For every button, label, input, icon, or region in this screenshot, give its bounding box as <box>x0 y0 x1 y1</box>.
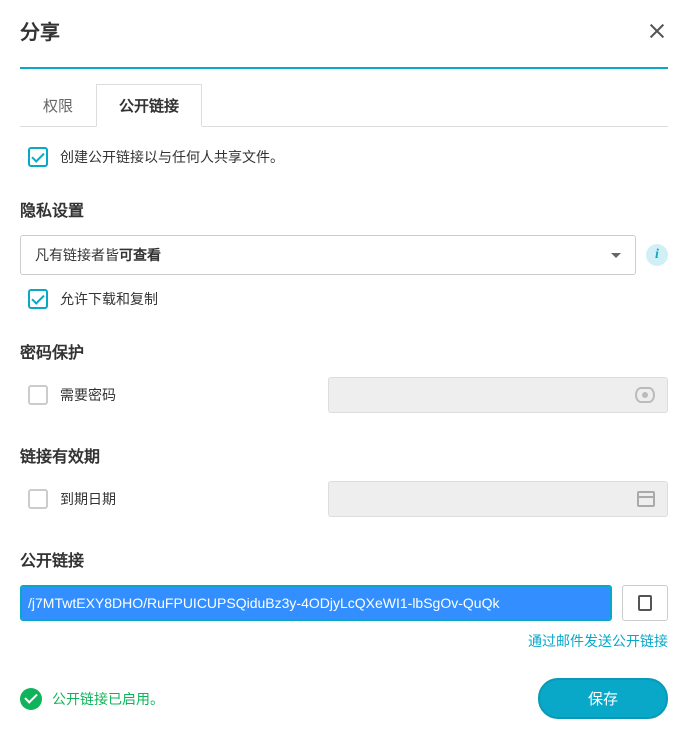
allow-download-label: 允许下载和复制 <box>60 289 158 309</box>
expiry-date-field <box>328 481 668 517</box>
allow-download-checkbox[interactable] <box>28 289 48 309</box>
privacy-title: 隐私设置 <box>20 197 668 221</box>
save-button[interactable]: 保存 <box>538 678 668 719</box>
tab-public-link[interactable]: 公开链接 <box>96 84 202 127</box>
password-title: 密码保护 <box>20 339 668 363</box>
tabs: 权限 公开链接 <box>20 83 668 127</box>
eye-icon <box>635 387 655 403</box>
send-by-email-link[interactable]: 通过邮件发送公开链接 <box>20 631 668 651</box>
chevron-down-icon <box>611 253 621 258</box>
privacy-select-text: 凡有链接者皆可查看 <box>35 245 161 265</box>
create-public-link-checkbox[interactable] <box>28 147 48 167</box>
copy-icon <box>638 595 652 611</box>
password-field <box>328 377 668 413</box>
close-icon[interactable] <box>646 20 668 42</box>
tab-permissions[interactable]: 权限 <box>20 84 96 127</box>
privacy-select[interactable]: 凡有链接者皆可查看 <box>20 235 636 275</box>
status-message: 公开链接已启用。 <box>20 688 164 710</box>
expiry-label: 到期日期 <box>60 489 116 509</box>
dialog-title: 分享 <box>20 16 60 45</box>
public-link-title: 公开链接 <box>20 547 668 571</box>
status-text: 公开链接已启用。 <box>52 689 164 709</box>
expiry-title: 链接有效期 <box>20 443 668 467</box>
check-circle-icon <box>20 688 42 710</box>
create-public-link-label: 创建公开链接以与任何人共享文件。 <box>60 147 284 167</box>
public-link-input[interactable] <box>22 587 610 619</box>
copy-button[interactable] <box>622 585 668 621</box>
expiry-checkbox[interactable] <box>28 489 48 509</box>
info-icon[interactable]: i <box>646 244 668 266</box>
require-password-label: 需要密码 <box>60 385 116 405</box>
calendar-icon <box>637 491 655 507</box>
require-password-checkbox[interactable] <box>28 385 48 405</box>
